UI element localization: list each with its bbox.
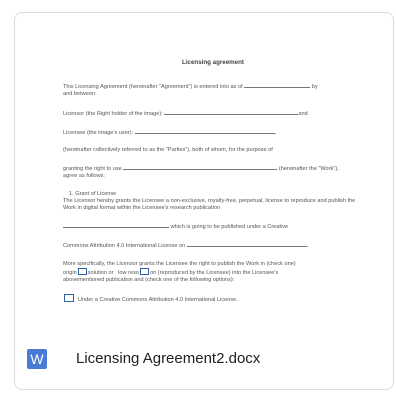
file-name[interactable]: Licensing Agreement2.docx bbox=[76, 350, 260, 367]
cc-text: Commons Attribution 4.0 International Li… bbox=[63, 243, 186, 250]
licensee-comma: , bbox=[274, 129, 277, 136]
licensor-and: and bbox=[298, 110, 308, 117]
option-cc: Under a Creative Commons Attribution 4.0… bbox=[63, 294, 363, 304]
file-preview-card[interactable]: Licensing agreement This Licensing Agree… bbox=[14, 12, 394, 390]
publication-blank bbox=[63, 222, 169, 229]
intro-text: This Licensing Agreement (hereinafter "A… bbox=[63, 84, 243, 91]
granting-work: (hereinafter the "Work"), bbox=[278, 166, 339, 173]
licensee-line: Licensee (the image's user): , bbox=[63, 128, 363, 137]
cc-date-blank bbox=[186, 241, 307, 248]
specifically-paragraph: More specifically, the Licensor grants t… bbox=[63, 261, 363, 285]
low-resolution-checkbox[interactable] bbox=[140, 267, 150, 275]
creative-line: which is going to be published under a C… bbox=[63, 222, 363, 231]
licensor-blank bbox=[164, 109, 299, 115]
intro-by: by bbox=[311, 84, 318, 91]
work-blank bbox=[123, 164, 278, 171]
intro-and-between: and between: bbox=[63, 91, 97, 98]
word-doc-icon: W bbox=[27, 349, 47, 369]
cc-line: Commons Attribution 4.0 International Li… bbox=[63, 241, 309, 250]
licensee-label: Licensee (the image's user): bbox=[63, 129, 134, 136]
parties-paragraph: (hereinafter collectively referred to as… bbox=[63, 147, 273, 154]
granting-paragraph: granting the right to use (hereinafter t… bbox=[63, 164, 363, 180]
option-cc-text: Under a Creative Commons Attribution 4.0… bbox=[78, 297, 238, 304]
section-heading: 1. Grant of License bbox=[69, 190, 117, 197]
creative-text: which is going to be published under a C… bbox=[170, 224, 289, 231]
granting-text: granting the right to use bbox=[63, 166, 122, 173]
original-resolution-text: solution or bbox=[87, 269, 114, 276]
document-page: Licensing agreement This Licensing Agree… bbox=[63, 21, 363, 314]
granting-agree: agree as follows: bbox=[63, 173, 105, 180]
low-res-text: low reso bbox=[118, 269, 140, 276]
grant-paragraph: The Licensor hereby grants the Licensee … bbox=[63, 197, 356, 212]
original-text: origin bbox=[63, 269, 77, 276]
original-resolution-checkbox[interactable] bbox=[77, 267, 87, 275]
low-res-rest: on (reproduced by the Licensee) into the… bbox=[150, 269, 279, 276]
document-title: Licensing agreement bbox=[182, 59, 244, 66]
specifically-options: abovementioned publication and (check on… bbox=[63, 277, 235, 284]
date-blank bbox=[244, 82, 311, 89]
document-thumbnail[interactable]: Licensing agreement This Licensing Agree… bbox=[15, 13, 393, 344]
intro-paragraph: This Licensing Agreement (hereinafter "A… bbox=[63, 82, 363, 98]
licensor-line: Licensor (the Right holder of the image)… bbox=[63, 109, 363, 118]
licensee-blank bbox=[134, 128, 275, 134]
licensor-label: Licensor (the Right holder of the image)… bbox=[63, 110, 163, 117]
cc-license-checkbox[interactable] bbox=[64, 294, 74, 303]
specifically-text: More specifically, the Licensor grants t… bbox=[63, 260, 296, 267]
